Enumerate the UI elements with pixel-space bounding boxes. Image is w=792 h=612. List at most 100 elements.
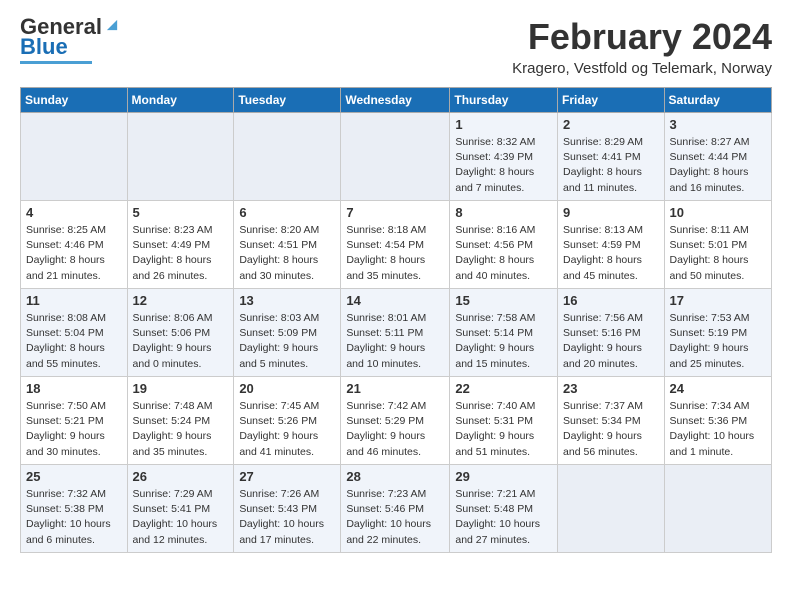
calendar-cell: 14 Sunrise: 8:01 AM Sunset: 5:11 PM Dayli… (341, 289, 450, 377)
logo-icon (104, 14, 120, 36)
day-number: 29 (455, 469, 552, 484)
day-info: Sunrise: 7:56 AM Sunset: 5:16 PM Dayligh… (563, 311, 659, 372)
day-number: 25 (26, 469, 122, 484)
day-header-tuesday: Tuesday (234, 88, 341, 113)
day-number: 18 (26, 381, 122, 396)
calendar-cell: 22 Sunrise: 7:40 AM Sunset: 5:31 PM Dayli… (450, 377, 558, 465)
day-info: Sunrise: 8:03 AM Sunset: 5:09 PM Dayligh… (239, 311, 335, 372)
calendar-cell (127, 113, 234, 201)
calendar-cell: 25 Sunrise: 7:32 AM Sunset: 5:38 PM Dayli… (21, 465, 128, 553)
day-number: 26 (133, 469, 229, 484)
day-info: Sunrise: 7:29 AM Sunset: 5:41 PM Dayligh… (133, 487, 229, 548)
day-number: 27 (239, 469, 335, 484)
calendar-cell: 28 Sunrise: 7:23 AM Sunset: 5:46 PM Dayli… (341, 465, 450, 553)
day-number: 19 (133, 381, 229, 396)
day-info: Sunrise: 8:32 AM Sunset: 4:39 PM Dayligh… (455, 135, 552, 196)
day-info: Sunrise: 7:42 AM Sunset: 5:29 PM Dayligh… (346, 399, 444, 460)
day-info: Sunrise: 8:18 AM Sunset: 4:54 PM Dayligh… (346, 223, 444, 284)
day-number: 16 (563, 293, 659, 308)
day-info: Sunrise: 7:32 AM Sunset: 5:38 PM Dayligh… (26, 487, 122, 548)
calendar-cell (558, 465, 665, 553)
day-info: Sunrise: 8:29 AM Sunset: 4:41 PM Dayligh… (563, 135, 659, 196)
calendar-cell: 26 Sunrise: 7:29 AM Sunset: 5:41 PM Dayli… (127, 465, 234, 553)
calendar-cell: 15 Sunrise: 7:58 AM Sunset: 5:14 PM Dayli… (450, 289, 558, 377)
logo-underline (20, 61, 92, 64)
calendar-cell: 3Sunrise: 8:27 AM Sunset: 4:44 PM Daylig… (664, 113, 771, 201)
day-number: 22 (455, 381, 552, 396)
day-number: 23 (563, 381, 659, 396)
day-info: Sunrise: 7:23 AM Sunset: 5:46 PM Dayligh… (346, 487, 444, 548)
calendar-cell: 23Sunrise: 7:37 AM Sunset: 5:34 PM Dayli… (558, 377, 665, 465)
day-info: Sunrise: 8:06 AM Sunset: 5:06 PM Dayligh… (133, 311, 229, 372)
day-header-thursday: Thursday (450, 88, 558, 113)
day-info: Sunrise: 7:53 AM Sunset: 5:19 PM Dayligh… (670, 311, 766, 372)
calendar-cell: 19 Sunrise: 7:48 AM Sunset: 5:24 PM Dayli… (127, 377, 234, 465)
calendar-week-row: 4 Sunrise: 8:25 AM Sunset: 4:46 PM Daylig… (21, 201, 772, 289)
day-number: 21 (346, 381, 444, 396)
day-info: Sunrise: 7:34 AM Sunset: 5:36 PM Dayligh… (670, 399, 766, 460)
day-number: 24 (670, 381, 766, 396)
day-number: 20 (239, 381, 335, 396)
calendar-cell: 24 Sunrise: 7:34 AM Sunset: 5:36 PM Dayli… (664, 377, 771, 465)
day-number: 1 (455, 117, 552, 132)
location-subtitle: Kragero, Vestfold og Telemark, Norway (512, 60, 772, 77)
calendar-cell: 12 Sunrise: 8:06 AM Sunset: 5:06 PM Dayli… (127, 289, 234, 377)
day-number: 15 (455, 293, 552, 308)
calendar-cell (234, 113, 341, 201)
calendar-cell: 7 Sunrise: 8:18 AM Sunset: 4:54 PM Daylig… (341, 201, 450, 289)
day-info: Sunrise: 8:20 AM Sunset: 4:51 PM Dayligh… (239, 223, 335, 284)
day-info: Sunrise: 8:08 AM Sunset: 5:04 PM Dayligh… (26, 311, 122, 372)
calendar-cell: 16 Sunrise: 7:56 AM Sunset: 5:16 PM Dayli… (558, 289, 665, 377)
day-info: Sunrise: 8:23 AM Sunset: 4:49 PM Dayligh… (133, 223, 229, 284)
day-number: 2 (563, 117, 659, 132)
calendar-cell: 13Sunrise: 8:03 AM Sunset: 5:09 PM Dayli… (234, 289, 341, 377)
calendar-cell: 27 Sunrise: 7:26 AM Sunset: 5:43 PM Dayli… (234, 465, 341, 553)
calendar-week-row: 25 Sunrise: 7:32 AM Sunset: 5:38 PM Dayli… (21, 465, 772, 553)
calendar-cell: 5 Sunrise: 8:23 AM Sunset: 4:49 PM Daylig… (127, 201, 234, 289)
calendar-cell (21, 113, 128, 201)
calendar-cell: 10 Sunrise: 8:11 AM Sunset: 5:01 PM Dayli… (664, 201, 771, 289)
calendar-week-row: 1 Sunrise: 8:32 AM Sunset: 4:39 PM Daylig… (21, 113, 772, 201)
day-info: Sunrise: 8:11 AM Sunset: 5:01 PM Dayligh… (670, 223, 766, 284)
calendar-header-row: SundayMondayTuesdayWednesdayThursdayFrid… (21, 88, 772, 113)
calendar-cell: 2 Sunrise: 8:29 AM Sunset: 4:41 PM Daylig… (558, 113, 665, 201)
calendar-cell: 21 Sunrise: 7:42 AM Sunset: 5:29 PM Dayli… (341, 377, 450, 465)
day-info: Sunrise: 7:26 AM Sunset: 5:43 PM Dayligh… (239, 487, 335, 548)
day-info: Sunrise: 8:13 AM Sunset: 4:59 PM Dayligh… (563, 223, 659, 284)
day-number: 28 (346, 469, 444, 484)
day-number: 11 (26, 293, 122, 308)
calendar-cell: 1 Sunrise: 8:32 AM Sunset: 4:39 PM Daylig… (450, 113, 558, 201)
day-info: Sunrise: 8:01 AM Sunset: 5:11 PM Dayligh… (346, 311, 444, 372)
page-header: General Blue February 2024 Kragero, Vest… (20, 16, 772, 77)
logo: General Blue (20, 16, 120, 64)
day-info: Sunrise: 8:27 AM Sunset: 4:44 PM Dayligh… (670, 135, 766, 196)
day-info: Sunrise: 7:58 AM Sunset: 5:14 PM Dayligh… (455, 311, 552, 372)
day-number: 7 (346, 205, 444, 220)
calendar-cell: 18 Sunrise: 7:50 AM Sunset: 5:21 PM Dayli… (21, 377, 128, 465)
day-info: Sunrise: 7:50 AM Sunset: 5:21 PM Dayligh… (26, 399, 122, 460)
calendar-cell: 4 Sunrise: 8:25 AM Sunset: 4:46 PM Daylig… (21, 201, 128, 289)
calendar-week-row: 18 Sunrise: 7:50 AM Sunset: 5:21 PM Dayli… (21, 377, 772, 465)
day-info: Sunrise: 7:48 AM Sunset: 5:24 PM Dayligh… (133, 399, 229, 460)
day-number: 4 (26, 205, 122, 220)
month-title: February 2024 (512, 16, 772, 58)
calendar-week-row: 11 Sunrise: 8:08 AM Sunset: 5:04 PM Dayli… (21, 289, 772, 377)
day-number: 12 (133, 293, 229, 308)
day-number: 17 (670, 293, 766, 308)
day-number: 6 (239, 205, 335, 220)
calendar-table: SundayMondayTuesdayWednesdayThursdayFrid… (20, 87, 772, 553)
day-header-sunday: Sunday (21, 88, 128, 113)
day-info: Sunrise: 7:45 AM Sunset: 5:26 PM Dayligh… (239, 399, 335, 460)
day-number: 14 (346, 293, 444, 308)
day-number: 8 (455, 205, 552, 220)
day-info: Sunrise: 8:25 AM Sunset: 4:46 PM Dayligh… (26, 223, 122, 284)
calendar-cell: 20 Sunrise: 7:45 AM Sunset: 5:26 PM Dayli… (234, 377, 341, 465)
day-header-monday: Monday (127, 88, 234, 113)
calendar-cell (341, 113, 450, 201)
calendar-cell: 9Sunrise: 8:13 AM Sunset: 4:59 PM Daylig… (558, 201, 665, 289)
day-number: 5 (133, 205, 229, 220)
day-info: Sunrise: 7:40 AM Sunset: 5:31 PM Dayligh… (455, 399, 552, 460)
day-header-saturday: Saturday (664, 88, 771, 113)
calendar-cell: 29Sunrise: 7:21 AM Sunset: 5:48 PM Dayli… (450, 465, 558, 553)
day-number: 10 (670, 205, 766, 220)
